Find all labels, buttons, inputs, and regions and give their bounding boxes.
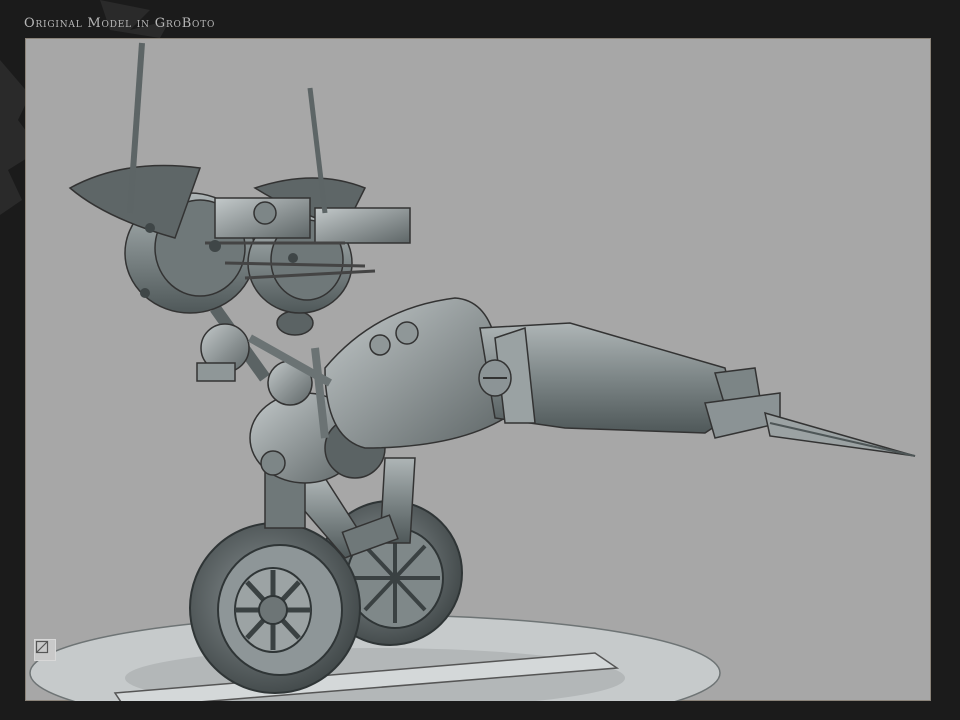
3d-viewport[interactable] xyxy=(25,38,931,701)
render-mode-icon[interactable] xyxy=(34,639,56,661)
page-title: Original Model in GroBoto xyxy=(24,16,216,31)
robot-model-render xyxy=(29,42,916,701)
render-mode-glyph-icon xyxy=(35,640,49,654)
